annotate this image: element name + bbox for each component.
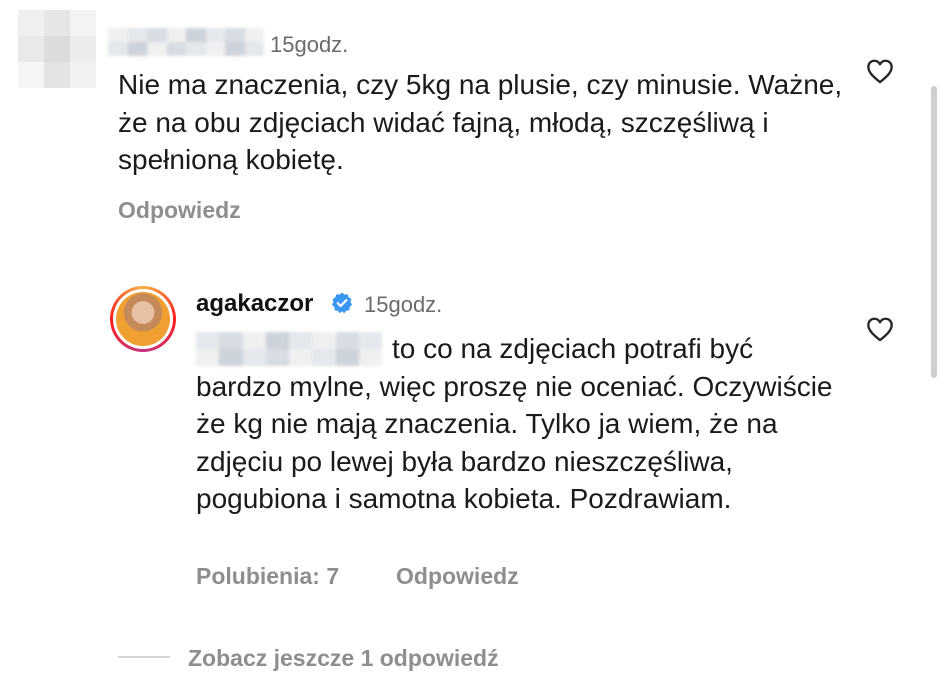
reply-button[interactable]: Odpowiedz: [118, 197, 241, 224]
blurred-username[interactable]: [108, 28, 264, 56]
comment-text: Nie ma znaczenia, czy 5kg na plusie, czy…: [118, 69, 843, 175]
replies-divider: [118, 656, 170, 658]
reply-button[interactable]: Odpowiedz: [396, 563, 519, 590]
scrollbar[interactable]: [931, 86, 937, 378]
reply-text: to co na zdjęciach potrafi być bardzo my…: [196, 333, 833, 514]
verified-badge-icon: [330, 291, 354, 315]
reply-timestamp: 15godz.: [364, 292, 443, 317]
likes-count[interactable]: Polubienia: 7: [196, 563, 339, 590]
heart-outline-icon[interactable]: [866, 316, 894, 342]
view-more-replies-button[interactable]: Zobacz jeszcze 1 odpowiedź: [188, 645, 499, 672]
comment-timestamp: 15godz.: [270, 32, 349, 57]
heart-outline-icon[interactable]: [866, 58, 894, 84]
owner-avatar[interactable]: [110, 286, 176, 352]
blurred-avatar[interactable]: [18, 10, 96, 88]
reply-username[interactable]: agakaczor: [196, 290, 313, 318]
